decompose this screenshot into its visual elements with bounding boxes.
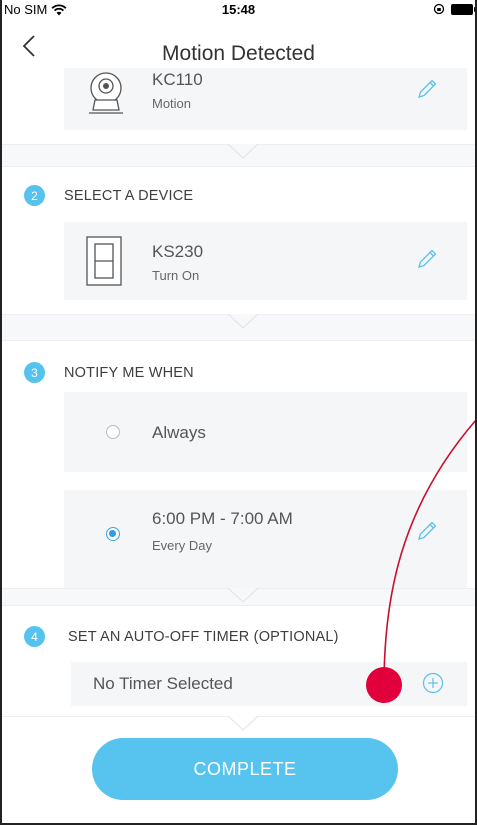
status-right — [433, 3, 476, 15]
status-bar: No SIM 15:48 — [0, 0, 477, 20]
pencil-icon[interactable] — [416, 248, 438, 270]
divider-notch — [228, 314, 258, 329]
section-3-header: 3 NOTIFY ME WHEN — [24, 362, 194, 383]
step-number-4: 4 — [24, 626, 45, 647]
trigger-device-name: KC110 — [152, 70, 203, 89]
rule-content[interactable]: KC110 Motion 2 SELECT A DEVICE KS230 Tur… — [0, 68, 477, 825]
option-schedule-label: 6:00 PM - 7:00 AM — [152, 509, 293, 528]
action-device-action: Turn On — [152, 268, 200, 283]
page-title: Motion Detected — [162, 42, 315, 65]
option-always-label: Always — [152, 423, 206, 442]
divider-notch — [228, 716, 258, 731]
trigger-device-card[interactable]: KC110 Motion — [64, 68, 467, 130]
battery-icon — [451, 3, 476, 15]
annotation-line — [383, 419, 477, 687]
notify-me-label: NOTIFY ME WHEN — [64, 364, 194, 381]
trigger-device-action: Motion — [152, 96, 192, 111]
section-2-header: 2 SELECT A DEVICE — [24, 185, 193, 206]
lock-rotation-icon — [433, 3, 445, 15]
navigation-bar: Motion Detected — [0, 20, 477, 68]
timer-value: No Timer Selected — [93, 674, 233, 693]
step-number-2: 2 — [24, 185, 45, 206]
option-schedule-days: Every Day — [152, 538, 212, 553]
complete-button[interactable]: COMPLETE — [92, 738, 398, 800]
divider-notch — [228, 588, 258, 603]
auto-off-timer-label: SET AN AUTO-OFF TIMER (OPTIONAL) — [68, 628, 339, 645]
select-device-label: SELECT A DEVICE — [64, 187, 194, 204]
divider-notch — [228, 144, 258, 159]
touch-indicator — [366, 667, 402, 703]
status-time: 15:48 — [221, 2, 256, 17]
camera-icon — [89, 72, 123, 114]
action-device-name: KS230 — [152, 242, 204, 261]
radio-always[interactable] — [106, 425, 120, 439]
section-4-header: 4 SET AN AUTO-OFF TIMER (OPTIONAL) — [24, 626, 339, 647]
action-device-card[interactable]: KS230 Turn On — [64, 222, 467, 300]
radio-schedule[interactable] — [106, 527, 120, 541]
switch-icon — [86, 236, 122, 286]
step-number-3: 3 — [24, 362, 45, 383]
pencil-icon[interactable] — [416, 78, 438, 100]
